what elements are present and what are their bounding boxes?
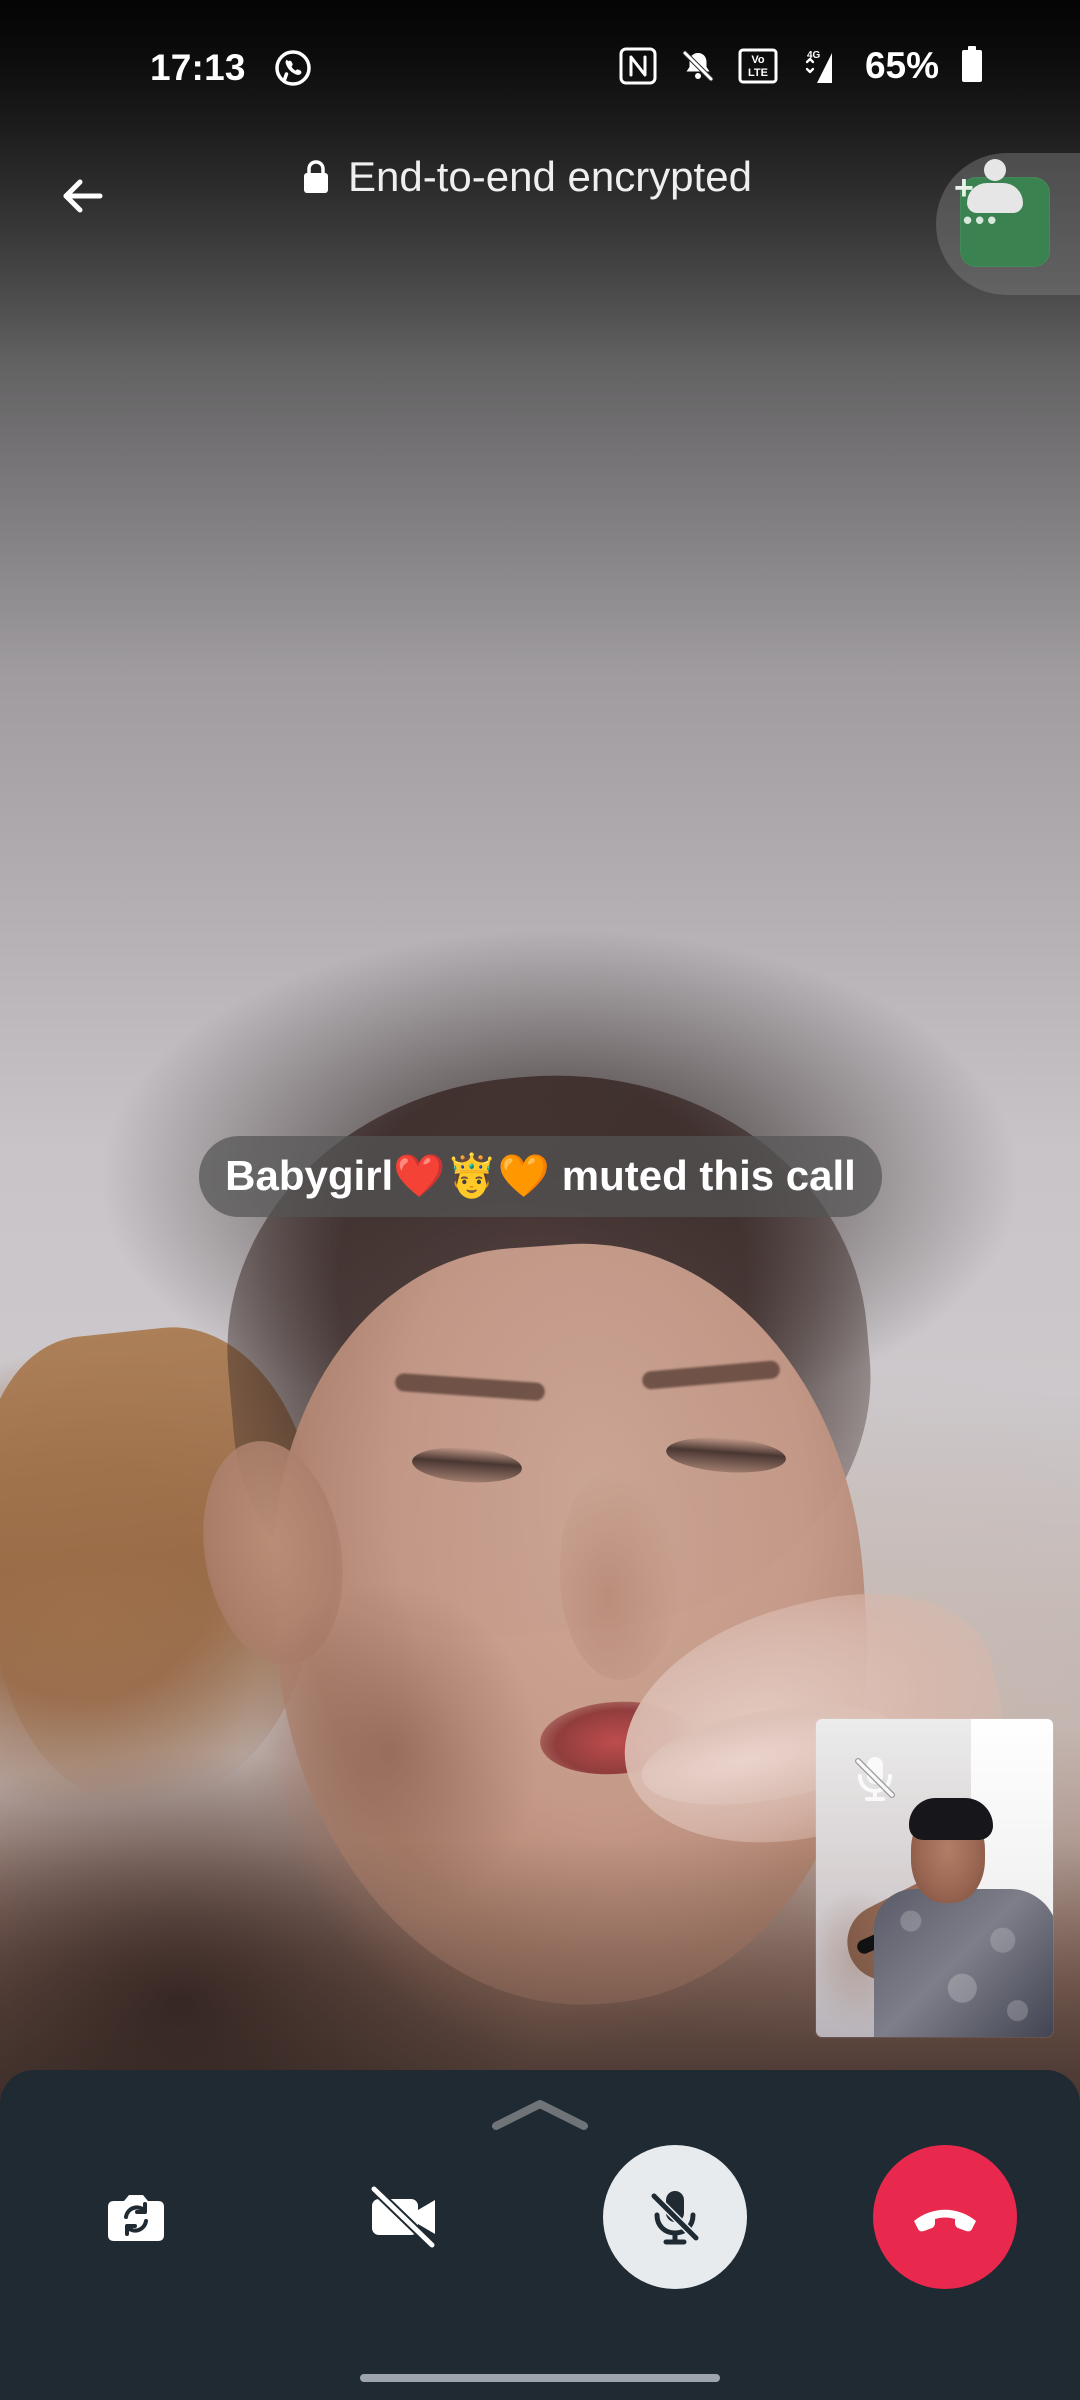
back-button[interactable] [52,166,112,226]
battery-percentage: 65% [864,45,939,86]
status-right-icons: Vo LTE 4G 65% [617,45,987,87]
microphone-toggle-button[interactable] [603,2145,747,2289]
nfc-icon [619,47,657,85]
self-video-preview[interactable] [816,1719,1053,2037]
status-time: 17:13 [150,47,246,88]
add-participant-button[interactable]: + ••• [936,153,1080,295]
microphone-off-icon [650,2191,700,2245]
home-indicator [360,2374,720,2382]
call-controls-panel [0,2070,1080,2400]
preview-hair [909,1798,993,1840]
lock-icon [304,160,328,193]
svg-text:LTE: LTE [748,67,768,79]
more-dots-icon: ••• [963,205,1000,235]
whatsapp-icon [275,50,311,86]
camera-flip-icon [108,2195,164,2241]
encryption-status: End-to-end encrypted [302,156,752,198]
signal-icon: 4G [805,50,832,83]
chevron-up-icon[interactable] [490,2090,590,2140]
flip-camera-button[interactable] [64,2145,208,2289]
encryption-label: End-to-end encrypted [348,153,752,200]
preview-shirt [874,1889,1053,2037]
video-toggle-button[interactable] [334,2145,478,2289]
end-call-button[interactable] [873,2145,1017,2289]
participant-avatar-head [984,159,1006,181]
phone-end-icon [914,2209,976,2232]
arrow-left-icon [63,179,103,213]
whatsapp-video-call-screen: 17:13 Vo LTE 4G 65% End-to-end encrypted… [0,0,1080,2400]
battery-icon [959,46,987,86]
bell-off-icon [682,50,714,82]
call-header: End-to-end encrypted + ••• [0,140,1080,295]
svg-text:Vo: Vo [751,54,765,66]
video-off-icon [369,2184,437,2250]
plus-icon: + [954,169,974,207]
call-muted-notice: Babygirl❤️🤴🧡 muted this call [199,1136,882,1217]
microphone-off-icon [855,1757,895,1801]
volte-icon: Vo LTE [738,48,778,84]
remote-nose [560,1470,680,1680]
status-bar: 17:13 Vo LTE 4G 65% [0,0,1080,120]
